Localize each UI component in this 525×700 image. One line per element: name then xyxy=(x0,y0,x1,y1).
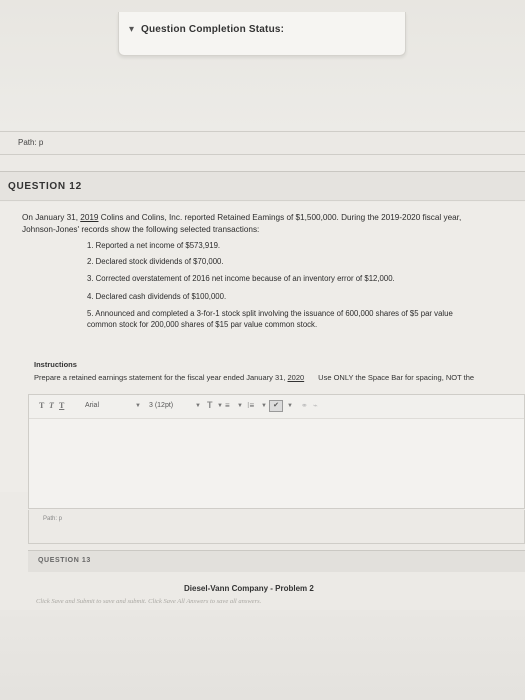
problem-title: Diesel-Vann Company - Problem 2 xyxy=(184,584,314,593)
italic-button[interactable]: T xyxy=(49,401,54,410)
unlink-icon[interactable]: ⌁ xyxy=(313,401,318,410)
question-completion-status-bar[interactable]: ▾ Question Completion Status: xyxy=(118,12,406,56)
spellcheck-icon[interactable]: ✔ xyxy=(269,400,283,412)
instructions-heading: Instructions xyxy=(34,360,77,369)
transaction-item: 4. Declared cash dividends of $100,000. xyxy=(87,292,227,301)
chevron-down-icon[interactable]: ▾ xyxy=(129,24,134,35)
transaction-item: 5. Announced and completed a 3-for-1 sto… xyxy=(87,309,453,329)
intro-text-a: On January 31, xyxy=(22,213,81,222)
transaction-item: 1. Reported a net income of $573,919. xyxy=(87,241,221,250)
question-12-title: QUESTION 12 xyxy=(8,181,82,192)
path-label: Path: p xyxy=(18,138,44,147)
chevron-down-icon[interactable]: ▼ xyxy=(287,403,293,409)
chevron-down-icon[interactable]: ▼ xyxy=(195,403,201,409)
path-bar: Path: p xyxy=(0,131,525,155)
instructions-text: Prepare a retained earnings statement fo… xyxy=(34,373,474,382)
question-12-header: QUESTION 12 xyxy=(0,171,525,201)
bold-button[interactable]: T xyxy=(39,401,44,410)
chevron-down-icon[interactable]: ▼ xyxy=(217,403,223,409)
chevron-down-icon[interactable]: ▼ xyxy=(237,403,243,409)
answer-editor[interactable]: T T T Arial ▼ 3 (12pt) ▼ T ▼ ≡ ▼ ⁝≡ ▼ ✔ … xyxy=(28,394,525,509)
bullet-list-icon[interactable]: ≡ xyxy=(225,401,230,410)
save-instructions-note: Click Save and Submit to save and submit… xyxy=(36,598,262,605)
transaction-item: 2. Declared stock dividends of $70,000. xyxy=(87,257,224,266)
editor-toolbar: T T T Arial ▼ 3 (12pt) ▼ T ▼ ≡ ▼ ⁝≡ ▼ ✔ … xyxy=(29,395,524,419)
instructions-text-a: Prepare a retained earnings statement fo… xyxy=(34,373,288,382)
editor-path-bar: Path: p xyxy=(28,510,525,544)
font-family-select[interactable]: Arial xyxy=(85,402,99,409)
chevron-down-icon[interactable]: ▼ xyxy=(135,403,141,409)
question-intro: On January 31, 2019 Colins and Colins, I… xyxy=(22,212,522,236)
intro-text-line2: Johnson-Jones' records show the followin… xyxy=(22,225,260,234)
question-13-header: QUESTION 13 xyxy=(28,550,525,572)
editor-path-label: Path: p xyxy=(43,516,63,522)
status-label: Question Completion Status: xyxy=(141,24,285,35)
instructions-text-b: Use ONLY the Space Bar for spacing, NOT … xyxy=(318,373,475,382)
numbered-list-icon[interactable]: ⁝≡ xyxy=(247,401,254,410)
font-size-select[interactable]: 3 (12pt) xyxy=(149,402,173,409)
link-icon[interactable]: ⚭ xyxy=(301,401,308,410)
question-13-title: QUESTION 13 xyxy=(38,557,91,564)
page-bottom-area xyxy=(0,610,525,700)
text-color-button[interactable]: T xyxy=(207,400,213,410)
chevron-down-icon[interactable]: ▼ xyxy=(261,403,267,409)
intro-year: 2019 xyxy=(80,213,99,222)
intro-text-b: Colins and Colins, Inc. reported Retaine… xyxy=(98,213,462,222)
transaction-item: 3. Corrected overstatement of 2016 net i… xyxy=(87,274,395,283)
underline-button[interactable]: T xyxy=(59,401,64,410)
instructions-year: 2020 xyxy=(287,373,305,382)
